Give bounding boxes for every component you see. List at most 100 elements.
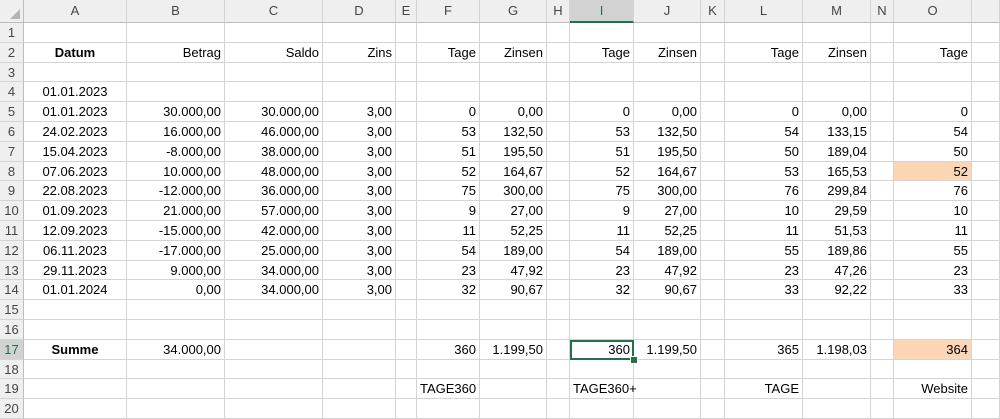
cell-d18[interactable] [323, 359, 396, 380]
cell-m9[interactable]: 299,84 [803, 181, 871, 202]
cell-j10[interactable]: 27,00 [634, 201, 701, 221]
cell-b18[interactable] [127, 359, 225, 380]
cell-a17[interactable]: Summe [24, 339, 127, 360]
row-header-2[interactable]: 2 [0, 42, 24, 63]
cell-k7[interactable] [701, 141, 725, 162]
cell-c4[interactable] [225, 82, 323, 103]
cell-n15[interactable] [871, 300, 894, 320]
cell-d19[interactable] [323, 379, 396, 400]
row-header-6[interactable]: 6 [0, 122, 24, 142]
cell-g7[interactable]: 195,50 [480, 141, 547, 162]
cell-d9[interactable]: 3,00 [323, 181, 396, 202]
cell-13[interactable] [972, 260, 1000, 281]
cell-n12[interactable] [871, 240, 894, 261]
cell-g17[interactable]: 1.199,50 [480, 339, 547, 360]
cell-19[interactable] [972, 379, 1000, 400]
cell-g1[interactable] [480, 23, 547, 43]
cell-l1[interactable] [725, 23, 803, 43]
cell-a5[interactable]: 01.01.2023 [24, 102, 127, 122]
cell-d11[interactable]: 3,00 [323, 221, 396, 241]
spreadsheet-grid[interactable]: A B C D E F G H I J K L M N O 1 2 Datum Betrag Saldo Zins Tag… [0, 0, 1000, 419]
column-header-H[interactable]: H [547, 0, 570, 23]
cell-d17[interactable] [323, 339, 396, 360]
cell-e15[interactable] [396, 300, 417, 320]
cell-10[interactable] [972, 201, 1000, 221]
cell-n14[interactable] [871, 280, 894, 301]
row-header-11[interactable]: 11 [0, 221, 24, 241]
cell-n4[interactable] [871, 82, 894, 103]
cell-i5[interactable]: 0 [570, 102, 634, 122]
cell-l2[interactable]: Tage [725, 42, 803, 63]
cell-h12[interactable] [547, 240, 570, 261]
cell-d3[interactable] [323, 62, 396, 83]
cell-b10[interactable]: 21.000,00 [127, 201, 225, 221]
cell-h17[interactable] [547, 339, 570, 360]
cell-b15[interactable] [127, 300, 225, 320]
cell-h4[interactable] [547, 82, 570, 103]
cell-o6[interactable]: 54 [894, 122, 972, 142]
cell-f7[interactable]: 51 [417, 141, 480, 162]
cell-f18[interactable] [417, 359, 480, 380]
cell-g8[interactable]: 164,67 [480, 161, 547, 182]
cell-d2[interactable]: Zins [323, 42, 396, 63]
cell-i16[interactable] [570, 320, 634, 340]
column-header-G[interactable]: G [480, 0, 547, 23]
row-header-13[interactable]: 13 [0, 260, 24, 281]
cell-a6[interactable]: 24.02.2023 [24, 122, 127, 142]
cell-i3[interactable] [570, 62, 634, 83]
cell-k6[interactable] [701, 122, 725, 142]
cell-m17[interactable]: 1.198,03 [803, 339, 871, 360]
cell-j8[interactable]: 164,67 [634, 161, 701, 182]
cell-d14[interactable]: 3,00 [323, 280, 396, 301]
cell-n10[interactable] [871, 201, 894, 221]
cell-a13[interactable]: 29.11.2023 [24, 260, 127, 281]
cell-j20[interactable] [634, 399, 701, 419]
cell-c16[interactable] [225, 320, 323, 340]
column-header-next[interactable] [972, 0, 1000, 23]
column-header-E[interactable]: E [396, 0, 417, 23]
cell-o12[interactable]: 55 [894, 240, 972, 261]
cell-e13[interactable] [396, 260, 417, 281]
cell-j1[interactable] [634, 23, 701, 43]
cell-i6[interactable]: 53 [570, 122, 634, 142]
cell-e9[interactable] [396, 181, 417, 202]
cell-d8[interactable]: 3,00 [323, 161, 396, 182]
cell-m18[interactable] [803, 359, 871, 380]
cell-a1[interactable] [24, 23, 127, 43]
cell-n13[interactable] [871, 260, 894, 281]
cell-n2[interactable] [871, 42, 894, 63]
cell-a3[interactable] [24, 62, 127, 83]
cell-h7[interactable] [547, 141, 570, 162]
cell-c9[interactable]: 36.000,00 [225, 181, 323, 202]
cell-a11[interactable]: 12.09.2023 [24, 221, 127, 241]
cell-h3[interactable] [547, 62, 570, 83]
cell-k11[interactable] [701, 221, 725, 241]
cell-d4[interactable] [323, 82, 396, 103]
row-header-1[interactable]: 1 [0, 23, 24, 43]
cell-k13[interactable] [701, 260, 725, 281]
cell-e17[interactable] [396, 339, 417, 360]
cell-i8[interactable]: 52 [570, 161, 634, 182]
cell-d6[interactable]: 3,00 [323, 122, 396, 142]
cell-n11[interactable] [871, 221, 894, 241]
cell-f9[interactable]: 75 [417, 181, 480, 202]
row-header-16[interactable]: 16 [0, 320, 24, 340]
cell-k20[interactable] [701, 399, 725, 419]
cell-a20[interactable] [24, 399, 127, 419]
row-header-7[interactable]: 7 [0, 141, 24, 162]
cell-l20[interactable] [725, 399, 803, 419]
cell-h16[interactable] [547, 320, 570, 340]
column-header-J[interactable]: J [634, 0, 701, 23]
cell-n8[interactable] [871, 161, 894, 182]
cell-f10[interactable]: 9 [417, 201, 480, 221]
cell-15[interactable] [972, 300, 1000, 320]
cell-k1[interactable] [701, 23, 725, 43]
cell-k2[interactable] [701, 42, 725, 63]
cell-c20[interactable] [225, 399, 323, 419]
cell-o16[interactable] [894, 320, 972, 340]
cell-b9[interactable]: -12.000,00 [127, 181, 225, 202]
cell-h5[interactable] [547, 102, 570, 122]
row-header-14[interactable]: 14 [0, 280, 24, 301]
cell-j4[interactable] [634, 82, 701, 103]
cell-i18[interactable] [570, 359, 634, 380]
